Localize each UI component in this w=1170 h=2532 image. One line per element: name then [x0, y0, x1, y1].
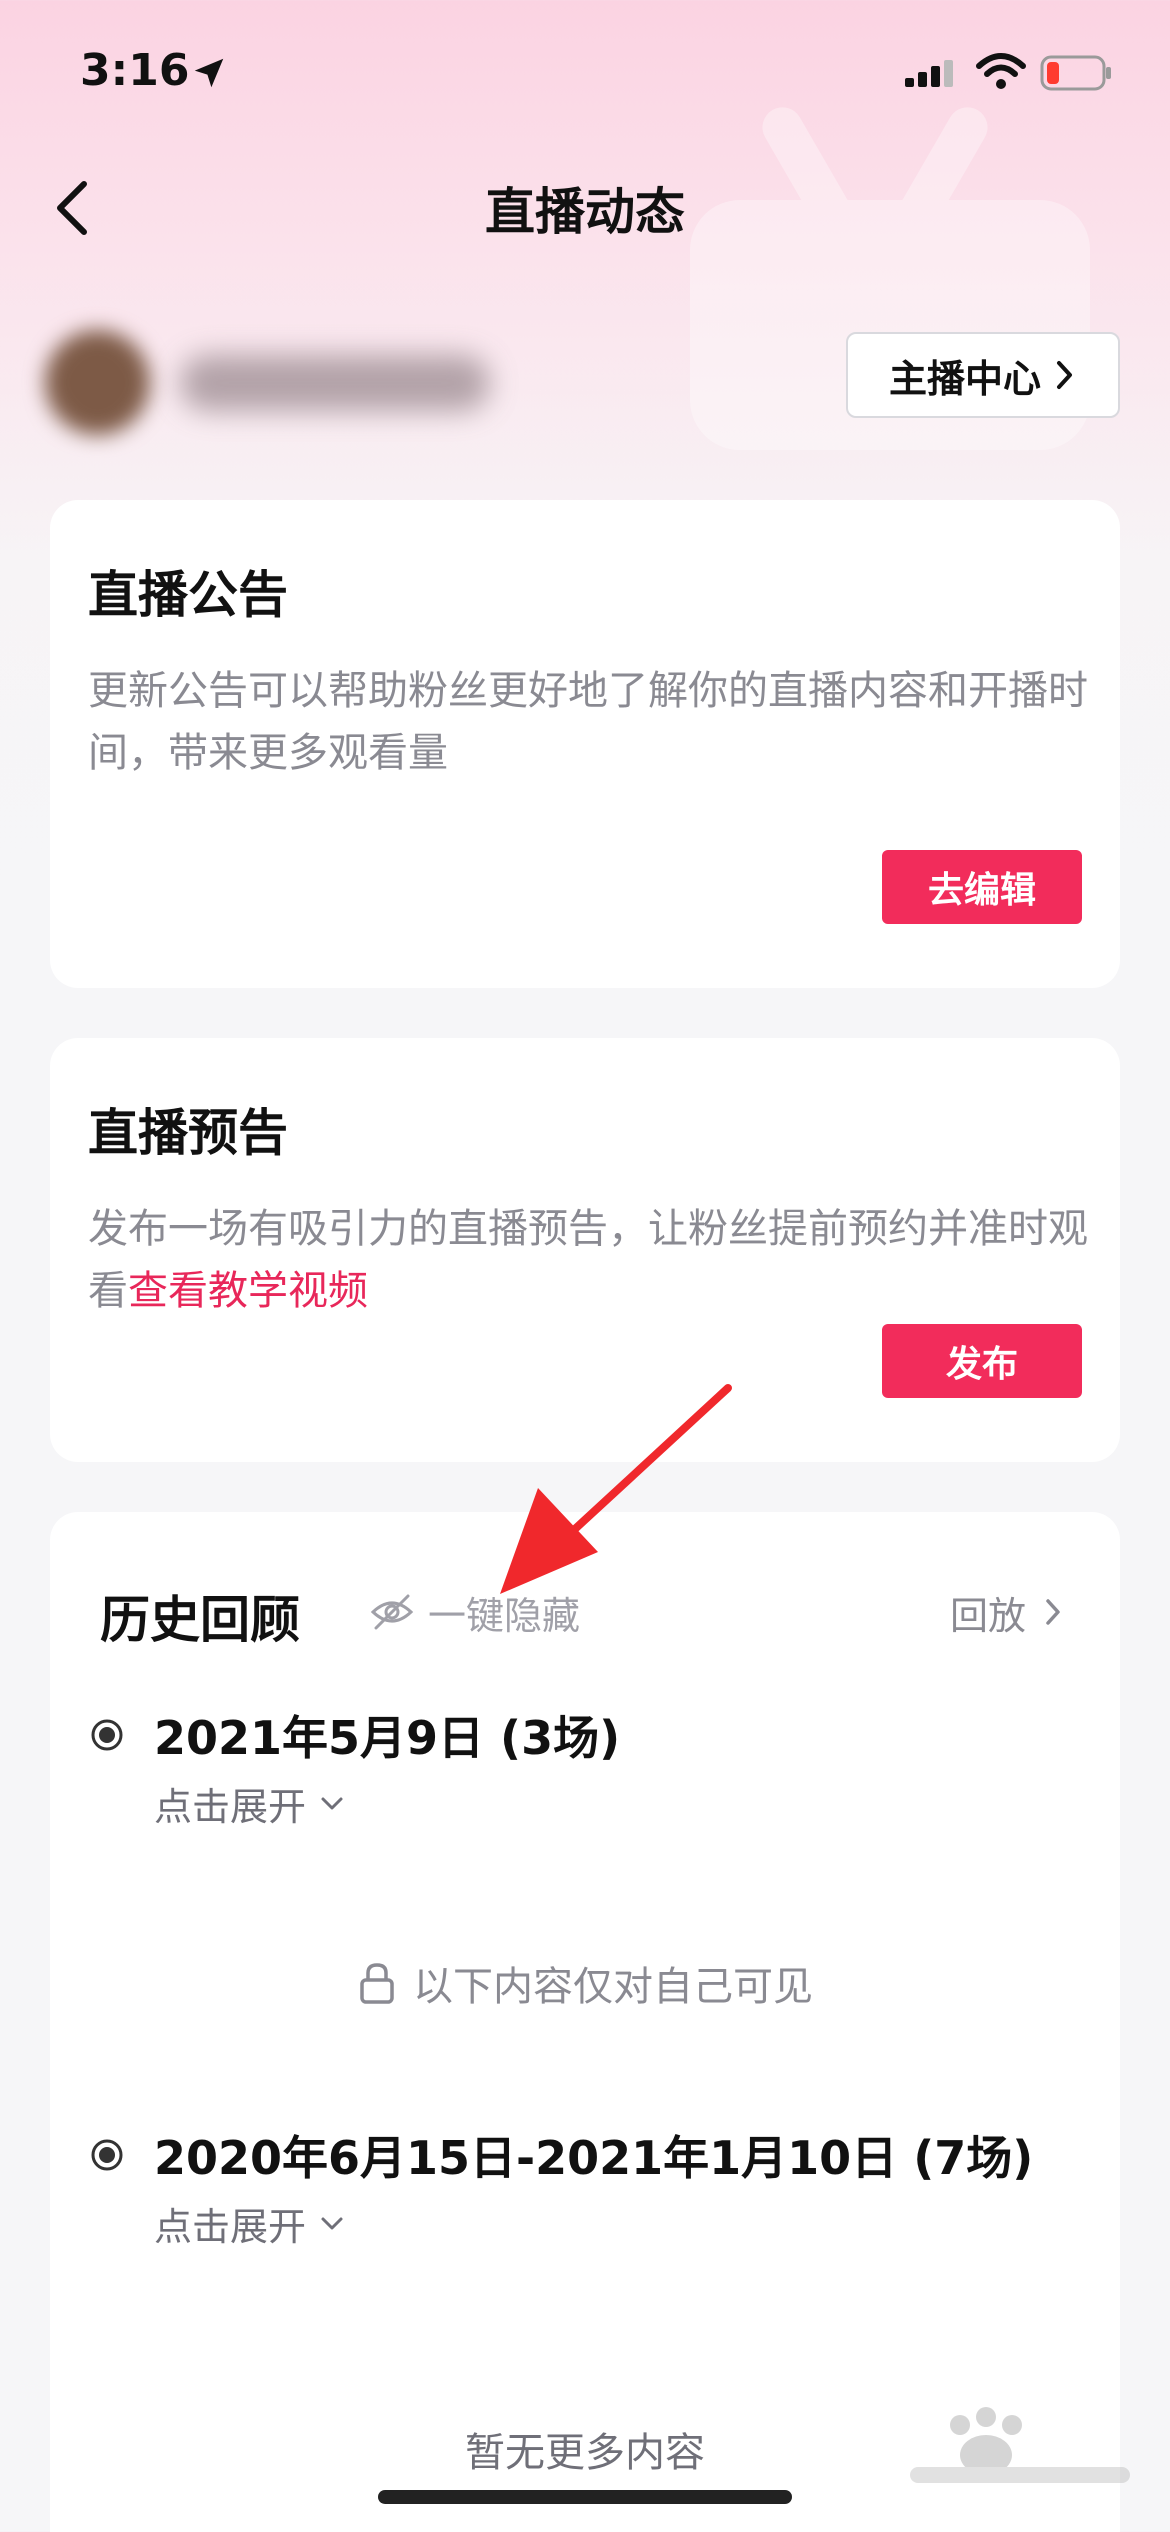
battery-icon: [1040, 55, 1111, 91]
baidu-watermark-icon: [910, 2407, 1130, 2483]
chevron-right-icon: [1057, 361, 1072, 389]
anchor-center-button[interactable]: 主播中心: [846, 332, 1120, 418]
signal-icon: [905, 60, 953, 87]
preview-title: 直播预告: [88, 1104, 288, 1162]
session-item: 2020年6月15日-2021年1月10日 (7场) 点击展开: [90, 2122, 1090, 2252]
status-time: 3:16: [80, 45, 190, 96]
preview-description: 发布一场有吸引力的直播预告，让粉丝提前预约并准时观看查看教学视频: [88, 1198, 1088, 1322]
session-item: 2021年5月9日 (3场) 点击展开: [90, 1702, 1090, 1832]
expand-label: 点击展开: [154, 2205, 307, 2249]
edit-announcement-button[interactable]: 去编辑: [882, 850, 1082, 924]
profile-row: 主播中心: [0, 320, 1170, 440]
radio-icon: [91, 2139, 123, 2171]
expand-label: 点击展开: [154, 1785, 307, 1829]
expand-toggle[interactable]: 点击展开: [154, 2196, 344, 2251]
session-date: 2021年5月9日 (3场): [154, 1711, 621, 1765]
replay-label: 回放: [950, 1593, 1027, 1638]
anchor-center-label: 主播中心: [888, 356, 1041, 401]
private-note-text: 以下内容仅对自己可见: [413, 1964, 813, 2010]
avatar[interactable]: [45, 330, 150, 435]
history-card: 历史回顾 一键隐藏 回放 2021年5月9日 (3场) 点击展开 以下内容仅对自…: [50, 1512, 1120, 2532]
tutorial-video-link[interactable]: 查看教学视频: [128, 1268, 368, 1314]
lock-icon: [360, 1963, 394, 2004]
announcement-description: 更新公告可以帮助粉丝更好地了解你的直播内容和开播时间，带来更多观看量: [88, 668, 1088, 776]
nav-bar: 直播动态: [0, 150, 1170, 260]
page-title: 直播动态: [485, 183, 685, 241]
location-arrow-icon: [194, 58, 224, 88]
eye-off-icon: [370, 1594, 414, 1630]
history-title: 历史回顾: [100, 1591, 300, 1649]
replay-link[interactable]: 回放: [950, 1586, 1064, 1638]
username-blurred: [180, 355, 490, 411]
wifi-icon: [976, 53, 1026, 89]
chevron-right-icon: [1046, 1599, 1060, 1625]
chevron-down-icon: [321, 1797, 343, 1809]
session-date: 2020年6月15日-2021年1月10日 (7场): [154, 2131, 1034, 2185]
expand-toggle[interactable]: 点击展开: [154, 1776, 344, 1831]
chevron-down-icon: [321, 2217, 343, 2229]
announcement-card: 直播公告 更新公告可以帮助粉丝更好地了解你的直播内容和开播时间，带来更多观看量 …: [50, 500, 1120, 988]
private-note: 以下内容仅对自己可见: [50, 1954, 1120, 2012]
annotation-arrow-icon: [500, 1384, 732, 1594]
announcement-title: 直播公告: [88, 566, 288, 624]
publish-button[interactable]: 发布: [882, 1324, 1082, 1398]
radio-icon: [91, 1719, 123, 1751]
home-indicator: [378, 2490, 792, 2504]
